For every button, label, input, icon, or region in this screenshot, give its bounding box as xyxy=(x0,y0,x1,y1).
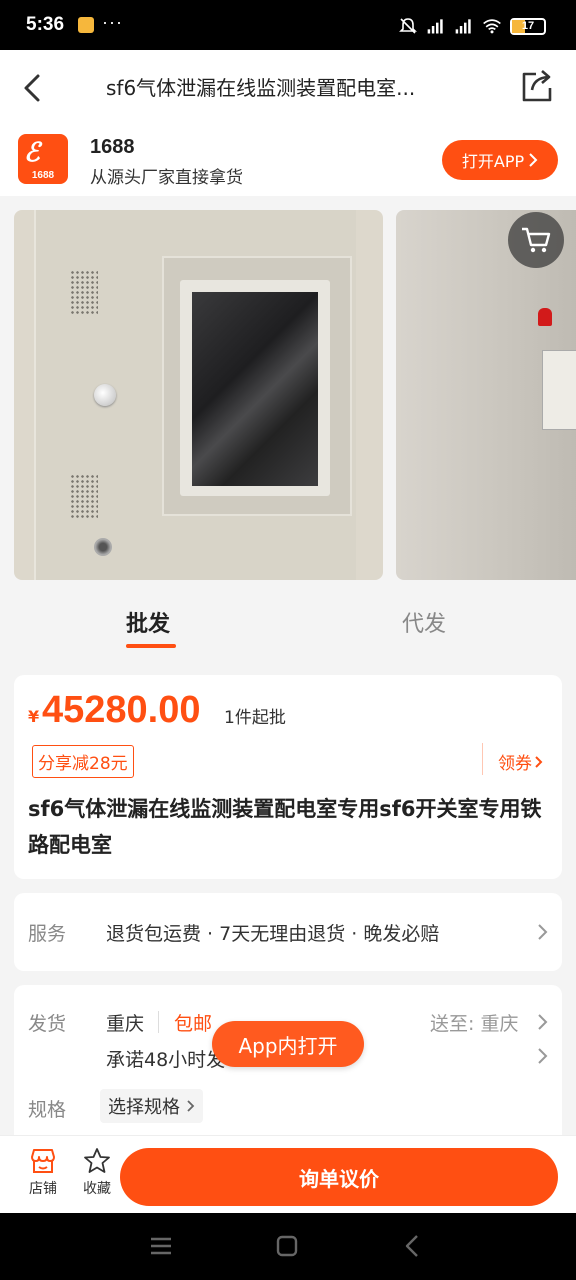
product-gallery[interactable] xyxy=(0,196,576,594)
bottom-action-bar: 店铺 收藏 询单议价 xyxy=(0,1135,576,1213)
service-row[interactable]: 服务 退货包运费 · 7天无理由退货 · 晚发必赔 xyxy=(14,893,562,971)
nav-back-icon[interactable] xyxy=(400,1233,426,1259)
store-icon xyxy=(31,1149,55,1173)
status-icons: 17 xyxy=(398,15,546,37)
chevron-right-icon xyxy=(538,924,548,940)
tab-dropship[interactable]: 代发 xyxy=(402,606,446,638)
tab-wholesale[interactable]: 批发 xyxy=(126,606,170,638)
app-download-banner: ℰ 1688 1688 从源头厂家直接拿货 打开APP xyxy=(0,126,576,196)
status-bar: 5:36 ··· 17 xyxy=(0,0,576,50)
app-logo: ℰ 1688 xyxy=(18,134,68,184)
menu-icon[interactable] xyxy=(148,1233,174,1259)
speaker-grill xyxy=(70,270,98,316)
signal-icon-2 xyxy=(455,19,471,34)
battery-level: 17 xyxy=(521,20,535,32)
cabinet-panel xyxy=(34,210,356,580)
app-name: 1688 xyxy=(90,136,135,158)
product-title: sf6气体泄漏在线监测装置配电室专用sf6开关室专用铁路配电室 xyxy=(28,797,542,857)
product-image-2[interactable] xyxy=(396,210,576,580)
open-in-app-button[interactable]: App内打开 xyxy=(212,1021,364,1067)
price: 45280.00 xyxy=(42,689,201,731)
speaker-grill-lower xyxy=(70,474,98,520)
wall-device xyxy=(542,350,576,430)
service-text: 退货包运费 · 7天无理由退货 · 晚发必赔 xyxy=(106,923,440,945)
divider xyxy=(482,743,483,775)
signal-icon xyxy=(427,19,443,34)
get-coupon-link[interactable]: 领券 xyxy=(498,749,543,774)
select-spec-button[interactable]: 选择规格 xyxy=(100,1089,203,1123)
deliver-to-location[interactable]: 送至: 重庆 xyxy=(430,1009,518,1036)
screen-frame xyxy=(162,256,352,516)
cart-button[interactable] xyxy=(508,212,564,268)
price-card: ¥ 45280.00 1件起批 分享减28元 领券 sf6气体泄漏在线监测装置配… xyxy=(14,675,562,879)
select-spec-label: 选择规格 xyxy=(108,1097,180,1118)
screen-film xyxy=(180,280,330,496)
chevron-right-icon xyxy=(538,1014,548,1030)
top-bar: sf6气体泄漏在线监测装置配电室... xyxy=(0,50,576,126)
share-discount-tag: 分享减28元 xyxy=(32,745,134,778)
service-label: 服务 xyxy=(28,923,67,945)
get-coupon-label: 领券 xyxy=(498,754,532,774)
min-order-quantity: 1件起批 xyxy=(224,708,286,728)
system-nav-bar xyxy=(0,1213,576,1280)
status-time: 5:36 xyxy=(26,14,65,35)
cart-icon xyxy=(522,227,551,253)
page-title: sf6气体泄漏在线监测装置配电室... xyxy=(106,76,416,100)
more-notifications-icon: ··· xyxy=(102,12,123,32)
active-tab-indicator xyxy=(126,644,176,648)
ship-from-city: 重庆 xyxy=(106,1013,145,1035)
currency-symbol: ¥ xyxy=(28,707,40,726)
share-icon[interactable] xyxy=(520,68,554,104)
free-shipping-badge: 包邮 xyxy=(174,1013,213,1035)
lock-keyhole xyxy=(94,538,112,556)
chevron-right-icon xyxy=(529,153,538,167)
wifi-icon xyxy=(483,19,501,34)
logo-text: 1688 xyxy=(31,170,55,181)
divider xyxy=(158,1011,159,1033)
chevron-right-icon xyxy=(535,755,543,768)
logo-mark-icon: ℰ xyxy=(24,138,40,167)
display-screen xyxy=(192,292,318,486)
app-slogan: 从源头厂家直接拿货 xyxy=(90,168,243,188)
home-icon[interactable] xyxy=(274,1233,300,1259)
favorite-label: 收藏 xyxy=(83,1181,111,1197)
purchase-mode-tabs: 批发 代发 xyxy=(0,594,576,656)
ship-promise: 承诺48小时发 xyxy=(106,1049,226,1071)
open-app-button[interactable]: 打开APP xyxy=(442,140,558,180)
store-label: 店铺 xyxy=(29,1181,57,1197)
mute-icon xyxy=(399,18,417,34)
favorite-button[interactable]: 收藏 xyxy=(72,1146,122,1198)
star-icon xyxy=(84,1148,110,1173)
app-notification-icon xyxy=(78,17,94,33)
inquiry-button[interactable]: 询单议价 xyxy=(120,1148,558,1206)
alarm-light xyxy=(538,308,552,326)
product-image-1[interactable] xyxy=(14,210,383,580)
chevron-right-icon xyxy=(538,1048,548,1064)
back-arrow-icon[interactable] xyxy=(20,72,48,104)
spec-label: 规格 xyxy=(28,1099,67,1121)
sensor-light xyxy=(94,384,116,406)
chevron-right-icon xyxy=(187,1100,195,1112)
battery-icon: 17 xyxy=(510,17,546,35)
ship-label: 发货 xyxy=(28,1013,67,1035)
store-button[interactable]: 店铺 xyxy=(18,1146,68,1198)
open-app-label: 打开APP xyxy=(461,152,525,171)
